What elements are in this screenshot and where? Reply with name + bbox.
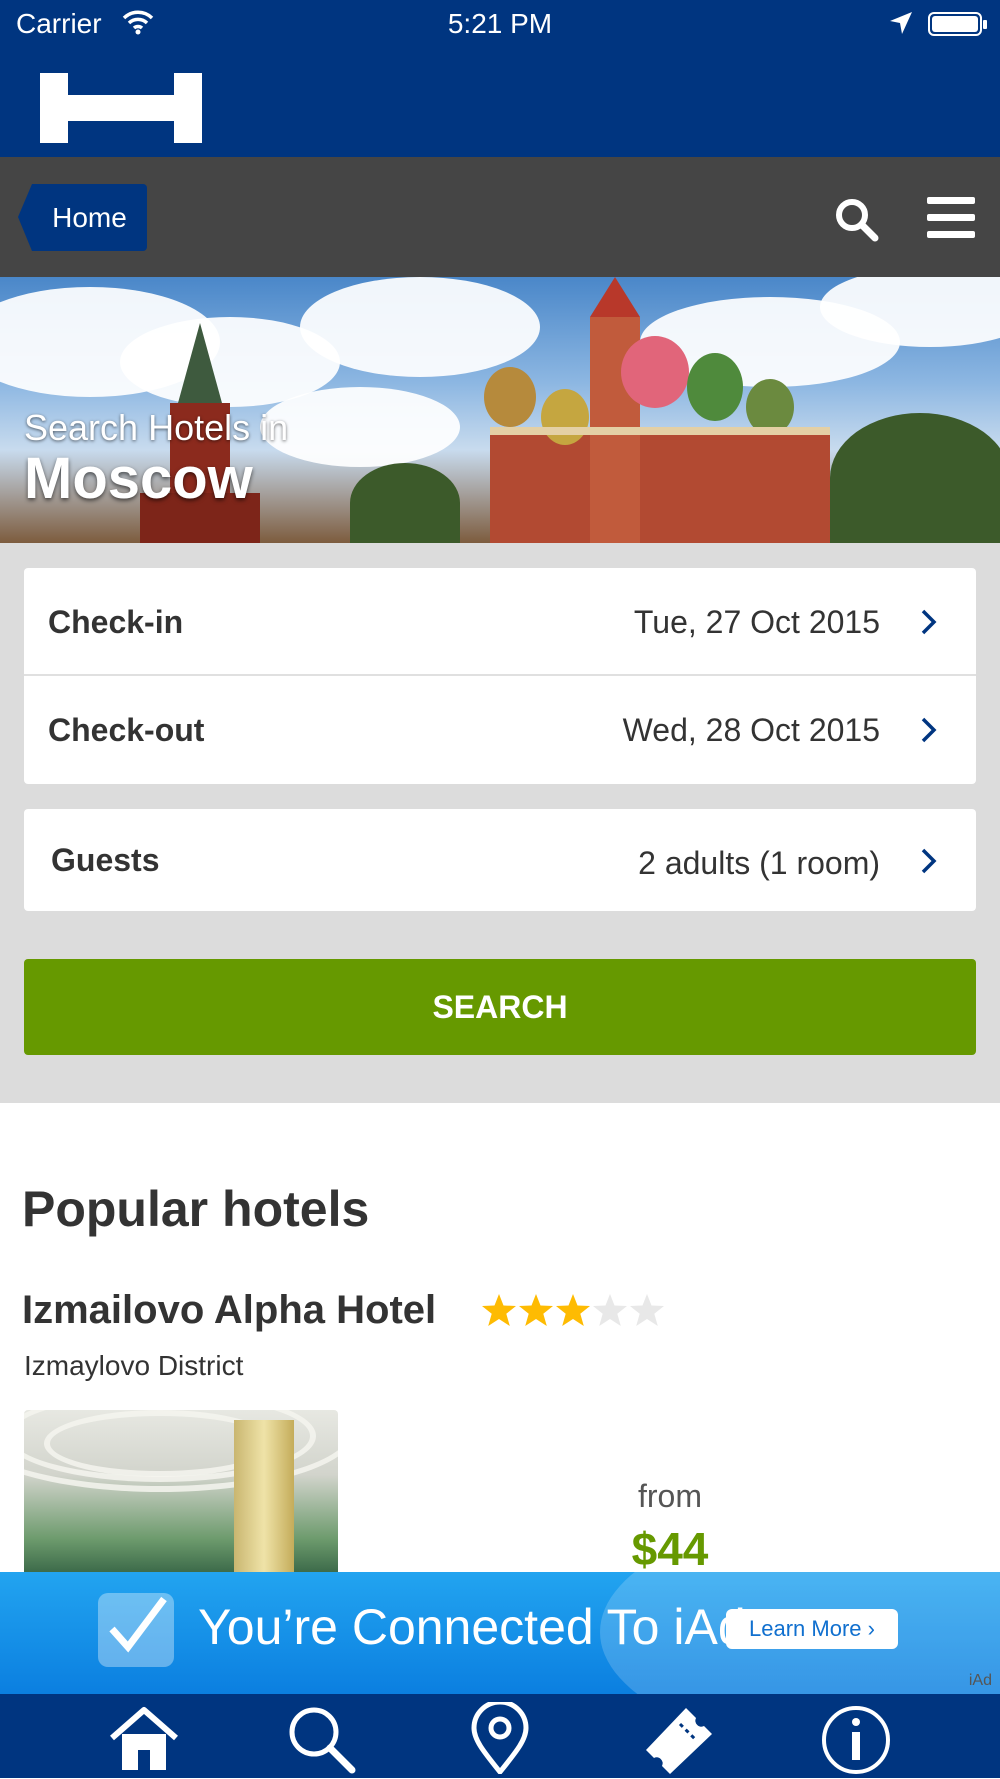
- search-button[interactable]: SEARCH: [24, 959, 976, 1055]
- st-basils-cathedral-image: [484, 277, 830, 543]
- checkout-value: Wed, 28 Oct 2015: [622, 712, 880, 748]
- star-empty-icon: [591, 1292, 629, 1330]
- chevron-right-icon: [921, 609, 937, 635]
- popular-hotels-heading: Popular hotels: [22, 1181, 370, 1237]
- iad-badge: iAd: [968, 1672, 992, 1689]
- checkmark-icon: [98, 1593, 174, 1667]
- home-button[interactable]: Home: [18, 184, 147, 251]
- menu-icon[interactable]: [927, 197, 975, 239]
- hotel-price: $44: [631, 1523, 709, 1575]
- iad-banner[interactable]: You’re Connected To iAd Learn More › iAd: [0, 1572, 1000, 1694]
- ticket-icon[interactable]: [640, 1702, 716, 1774]
- hotel-district: Izmaylovo District: [24, 1350, 244, 1381]
- hotel-photo[interactable]: [24, 1410, 338, 1572]
- checkin-row[interactable]: Check-in Tue, 27 Oct 2015: [24, 568, 976, 676]
- brand-logo[interactable]: [40, 73, 202, 143]
- date-fields: Check-in Tue, 27 Oct 2015 Check-out Wed,…: [24, 568, 976, 784]
- checkin-value: Tue, 27 Oct 2015: [633, 604, 880, 640]
- ad-text: You’re Connected To iAd: [198, 1599, 746, 1655]
- map-pin-icon[interactable]: [462, 1699, 538, 1777]
- guests-value: 2 adults (1 room): [638, 845, 880, 881]
- hotel-name[interactable]: Izmailovo Alpha Hotel: [22, 1288, 436, 1333]
- price-from-label: from: [638, 1478, 702, 1514]
- checkin-label: Check-in: [48, 604, 184, 640]
- star-empty-icon: [628, 1292, 666, 1330]
- hero-subtitle: Search Hotels in: [24, 407, 289, 448]
- status-time: 5:21 PM: [447, 8, 553, 39]
- checkout-label: Check-out: [48, 712, 205, 748]
- tab-bar: [0, 1694, 1000, 1778]
- star-filled-icon: [517, 1292, 555, 1330]
- search-panel: Check-in Tue, 27 Oct 2015 Check-out Wed,…: [0, 543, 1000, 1103]
- star-filled-icon: [480, 1292, 518, 1330]
- guests-label: Guests: [51, 842, 160, 878]
- info-icon[interactable]: [818, 1702, 894, 1774]
- hero-banner: Search Hotels in Moscow: [0, 277, 1000, 543]
- battery-icon: [928, 12, 987, 36]
- status-bar: Carrier 5:21 PM: [0, 0, 1000, 48]
- nav-bar: Home: [0, 157, 1000, 277]
- chevron-right-icon: [921, 848, 937, 874]
- brand-bar: [0, 48, 1000, 157]
- hero-city-title: Moscow: [24, 446, 253, 511]
- star-filled-icon: [554, 1292, 592, 1330]
- guests-row[interactable]: Guests 2 adults (1 room): [24, 809, 976, 911]
- star-rating: [480, 1292, 665, 1332]
- search-icon[interactable]: [832, 195, 880, 243]
- guests-field: Guests 2 adults (1 room): [24, 809, 976, 911]
- learn-more-button[interactable]: Learn More ›: [726, 1609, 898, 1649]
- search-icon[interactable]: [284, 1702, 360, 1774]
- location-arrow-icon: [888, 10, 914, 43]
- chevron-right-icon: [921, 717, 937, 743]
- checkout-row[interactable]: Check-out Wed, 28 Oct 2015: [24, 676, 976, 784]
- home-icon[interactable]: [106, 1702, 182, 1774]
